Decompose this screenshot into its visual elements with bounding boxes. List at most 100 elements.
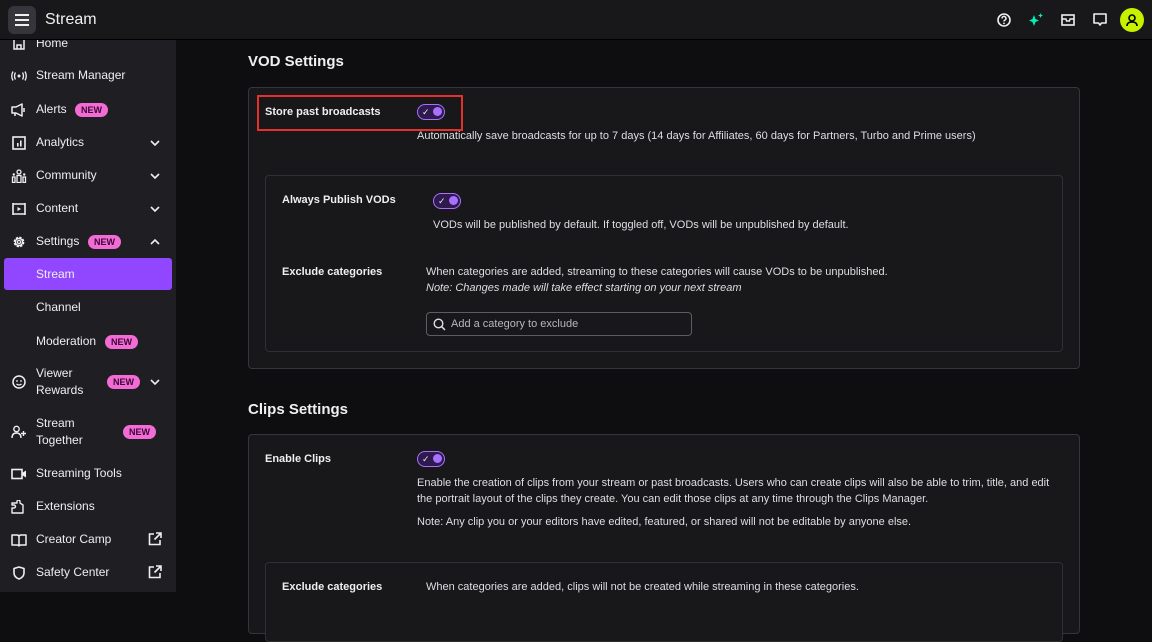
sidebar-item-stream[interactable]: Stream (4, 258, 172, 290)
exclude-categories-note: Note: Changes made will take effect star… (426, 282, 742, 294)
sidebar-item-safety-center[interactable]: Safety Center (0, 564, 176, 582)
exclude-category-input[interactable] (451, 318, 671, 330)
exclude-categories-description: When categories are added, streaming to … (426, 266, 888, 278)
check-icon: ✓ (422, 454, 430, 464)
always-publish-vods-toggle[interactable]: ✓ (433, 193, 461, 209)
chevron-up-icon[interactable] (149, 236, 161, 248)
sidebar-item-stream-together[interactable]: Stream Together NEW (0, 415, 176, 449)
user-avatar-icon (1126, 14, 1138, 27)
sidebar-item-label: Moderation (36, 334, 97, 348)
always-publish-vods-description: VODs will be published by default. If to… (433, 219, 849, 231)
clips-settings-title: Clips Settings (248, 401, 349, 418)
megaphone-icon (11, 102, 27, 118)
new-badge: NEW (75, 103, 108, 117)
sidebar-item-streaming-tools[interactable]: Streaming Tools (0, 465, 176, 483)
exclude-categories-label: Exclude categories (282, 266, 383, 278)
sidebar-item-creator-camp[interactable]: Creator Camp (0, 531, 176, 549)
sidebar-item-label-line2: Together (36, 433, 83, 447)
camera-icon (11, 466, 27, 482)
always-publish-vods-label: Always Publish VODs (282, 194, 396, 206)
sidebar-item-channel[interactable]: Channel (0, 299, 176, 317)
external-link-icon (148, 532, 162, 546)
toggle-knob (433, 107, 442, 116)
sparkle-icon (1029, 13, 1043, 26)
vod-settings-title: VOD Settings (248, 53, 344, 70)
sidebar-item-viewer-rewards[interactable]: Viewer Rewards NEW (0, 365, 176, 399)
gear-icon (11, 234, 27, 250)
clips-exclude-categories-label: Exclude categories (282, 581, 383, 593)
sidebar-item-label: Analytics (36, 135, 85, 149)
sidebar-item-label: Alerts (36, 102, 67, 116)
new-badge: NEW (88, 235, 121, 249)
sidebar-item-alerts[interactable]: Alerts NEW (0, 101, 176, 119)
toggle-knob (433, 454, 442, 463)
store-past-broadcasts-description: Automatically save broadcasts for up to … (417, 130, 976, 142)
broadcast-icon (11, 68, 27, 84)
external-link-icon (148, 565, 162, 579)
user-avatar[interactable] (1120, 8, 1144, 32)
chevron-down-icon[interactable] (149, 170, 161, 182)
community-icon (11, 168, 27, 184)
enable-clips-note: Note: Any clip you or your editors have … (417, 516, 912, 528)
content-icon (11, 201, 27, 217)
sidebar-item-label-line1: Viewer (36, 366, 73, 380)
sidebar-item-stream-manager[interactable]: Stream Manager (0, 67, 176, 85)
whispers-button[interactable] (1084, 4, 1116, 36)
sidebar-item-label: Content (36, 201, 79, 215)
store-past-broadcasts-toggle[interactable]: ✓ (417, 104, 445, 120)
sidebar-item-content[interactable]: Content (0, 200, 176, 218)
chevron-down-icon[interactable] (149, 137, 161, 149)
new-badge: NEW (105, 335, 138, 349)
sidebar-item-label: Channel (36, 300, 81, 314)
sidebar-item-label-line1: Stream (36, 416, 75, 430)
vod-settings-card: Store past broadcasts ✓ Automatically sa… (248, 87, 1080, 369)
inbox-icon (1061, 14, 1075, 26)
book-icon (11, 532, 27, 548)
sidebar-item-label: Safety Center (36, 565, 110, 579)
whispers-icon (1093, 13, 1107, 26)
sidebar-item-community[interactable]: Community (0, 167, 176, 185)
sparkle-button[interactable] (1020, 4, 1052, 36)
app-title: Stream (45, 10, 97, 28)
hamburger-icon (15, 13, 29, 26)
enable-clips-description-line2: the portrait layout of the clips they cr… (417, 493, 929, 505)
main-content: VOD Settings Store past broadcasts ✓ Aut… (176, 40, 1152, 642)
sidebar-item-label-line2: Rewards (36, 383, 84, 397)
sidebar-item-moderation[interactable]: Moderation NEW (0, 333, 176, 351)
sidebar-item-label: Creator Camp (36, 532, 112, 546)
sidebar-item-label: Streaming Tools (36, 466, 122, 480)
sidebar-item-label: Stream Manager (36, 68, 126, 82)
shield-icon (11, 565, 27, 581)
puzzle-icon (11, 499, 27, 515)
clips-exclude-card: Exclude categories When categories are a… (265, 562, 1063, 642)
chevron-down-icon[interactable] (149, 376, 161, 388)
sidebar-item-label: Stream (36, 267, 75, 281)
sidebar-item-settings[interactable]: Settings NEW (0, 233, 176, 251)
home-icon (11, 40, 27, 52)
check-icon: ✓ (422, 107, 430, 117)
add-user-icon (11, 424, 27, 440)
sidebar-item-home[interactable]: Home (0, 40, 176, 52)
toggle-knob (449, 196, 458, 205)
menu-button[interactable] (8, 5, 36, 34)
vod-publish-card: Always Publish VODs ✓ VODs will be publi… (265, 175, 1063, 352)
sidebar-item-analytics[interactable]: Analytics (0, 134, 176, 152)
sidebar-item-label: Home (36, 40, 69, 50)
exclude-category-search[interactable] (426, 312, 692, 336)
sidebar-item-label: Community (36, 168, 97, 182)
chevron-down-icon[interactable] (149, 203, 161, 215)
sidebar-item-extensions[interactable]: Extensions (0, 498, 176, 516)
sidebar: Home Stream Manager Alerts NEW Analytics… (0, 40, 176, 592)
sidebar-item-label: Settings (36, 234, 80, 248)
new-badge: NEW (107, 375, 140, 389)
sidebar-item-label: Extensions (36, 499, 95, 513)
top-bar: Stream (0, 0, 1152, 40)
check-icon: ✓ (438, 196, 446, 206)
analytics-icon (11, 135, 27, 151)
help-button[interactable] (988, 4, 1020, 36)
enable-clips-toggle[interactable]: ✓ (417, 451, 445, 467)
inbox-button[interactable] (1052, 4, 1084, 36)
help-icon (997, 13, 1011, 27)
new-badge: NEW (123, 425, 156, 439)
search-icon (433, 317, 446, 331)
